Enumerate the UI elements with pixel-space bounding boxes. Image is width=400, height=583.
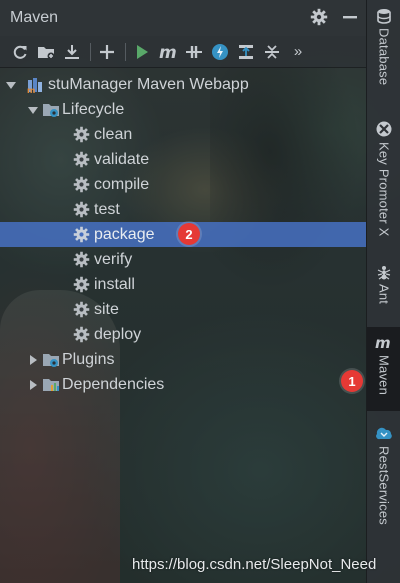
goal-label: package — [94, 225, 155, 243]
goal-compile[interactable]: compile — [0, 172, 366, 197]
svg-text:m: m — [27, 86, 35, 94]
lifecycle-folder-icon — [42, 101, 60, 119]
annotation-badge-1: 1 — [341, 370, 363, 392]
gear-icon — [72, 126, 90, 144]
maven-toolbar: m » — [0, 36, 366, 68]
collapse-all-icon[interactable] — [260, 40, 284, 64]
chevron-right-icon[interactable] — [26, 378, 40, 392]
strip-label: Key Promoter X — [376, 142, 392, 237]
strip-label: Ant — [376, 284, 392, 305]
rest-services-icon — [375, 424, 393, 442]
goal-label: clean — [94, 125, 133, 143]
maven-projects-tree: m stuManager Maven Webapp Lifecycle clea… — [0, 72, 366, 397]
goal-test[interactable]: test — [0, 197, 366, 222]
maven-tool-window: Maven m » m stuManager Maven Webapp Life… — [0, 0, 366, 583]
right-tool-strip: Database Key Promoter X Ant m Maven Rest… — [366, 0, 400, 583]
gear-icon — [72, 301, 90, 319]
toggle-offline-icon[interactable] — [182, 40, 206, 64]
strip-tab-ant[interactable]: Ant — [367, 264, 400, 304]
svg-text:m: m — [159, 43, 177, 61]
reload-icon[interactable] — [8, 40, 32, 64]
goal-deploy[interactable]: deploy — [0, 322, 366, 347]
gear-icon — [72, 251, 90, 269]
strip-label: Maven — [376, 355, 392, 396]
strip-label: Database — [376, 28, 392, 86]
lifecycle-label: Lifecycle — [62, 100, 125, 118]
run-icon[interactable] — [130, 40, 154, 64]
goal-validate[interactable]: validate — [0, 147, 366, 172]
ant-icon — [376, 264, 392, 280]
maven-project-icon: m — [26, 76, 44, 94]
gear-icon — [72, 226, 90, 244]
database-icon — [376, 8, 392, 24]
goal-package[interactable]: package 2 — [0, 222, 366, 247]
goal-clean[interactable]: clean — [0, 122, 366, 147]
goal-site[interactable]: site — [0, 297, 366, 322]
gear-icon — [72, 276, 90, 294]
chevron-down-icon[interactable] — [26, 103, 40, 117]
tool-window-title: Maven — [10, 9, 59, 26]
maven-m-icon[interactable]: m — [156, 40, 180, 64]
tree-node-dependencies[interactable]: Dependencies — [0, 372, 366, 397]
plugins-folder-icon — [42, 351, 60, 369]
strip-label: RestServices — [376, 446, 392, 525]
maven-icon: m — [375, 335, 393, 351]
goal-verify[interactable]: verify — [0, 247, 366, 272]
goal-install[interactable]: install — [0, 272, 366, 297]
strip-tab-rest-services[interactable]: RestServices — [367, 424, 400, 525]
svg-text:m: m — [375, 335, 391, 351]
more-icon[interactable]: » — [286, 40, 310, 64]
tree-node-plugins[interactable]: Plugins — [0, 347, 366, 372]
dependencies-folder-icon — [42, 376, 60, 394]
tool-window-header: Maven — [0, 0, 366, 36]
gear-icon — [72, 151, 90, 169]
goal-label: deploy — [94, 325, 142, 343]
key-promoter-icon — [375, 120, 393, 138]
goal-label: install — [94, 275, 135, 293]
header-actions — [310, 8, 358, 26]
strip-tab-maven[interactable]: m Maven — [367, 327, 400, 411]
dependencies-label: Dependencies — [62, 375, 165, 393]
strip-tab-database[interactable]: Database — [367, 8, 400, 85]
goal-label: test — [94, 200, 120, 218]
download-icon[interactable] — [60, 40, 84, 64]
toolbar-separator — [125, 42, 126, 61]
goal-label: site — [94, 300, 119, 318]
show-dependencies-icon[interactable] — [234, 40, 258, 64]
plugins-label: Plugins — [62, 350, 115, 368]
strip-tab-key-promoter[interactable]: Key Promoter X — [367, 120, 400, 237]
gear-icon — [72, 201, 90, 219]
project-name: stuManager Maven Webapp — [48, 75, 249, 93]
plus-icon[interactable] — [95, 40, 119, 64]
chevron-right-icon[interactable] — [26, 353, 40, 367]
chevron-down-icon[interactable] — [4, 78, 18, 92]
toolbar-separator — [90, 42, 91, 61]
add-folder-icon[interactable] — [34, 40, 58, 64]
tree-node-lifecycle[interactable]: Lifecycle — [0, 97, 366, 122]
watermark-url: https://blog.csdn.net/SleepNot_Need — [132, 556, 377, 573]
goal-label: verify — [94, 250, 133, 268]
annotation-badge-2: 2 — [178, 223, 200, 245]
gear-icon — [72, 326, 90, 344]
skip-tests-icon[interactable] — [208, 40, 232, 64]
gear-icon[interactable] — [310, 8, 328, 26]
goal-label: validate — [94, 150, 150, 168]
tree-node-project[interactable]: m stuManager Maven Webapp — [0, 72, 366, 97]
gear-icon — [72, 176, 90, 194]
minimize-icon[interactable] — [342, 9, 358, 25]
goal-label: compile — [94, 175, 150, 193]
